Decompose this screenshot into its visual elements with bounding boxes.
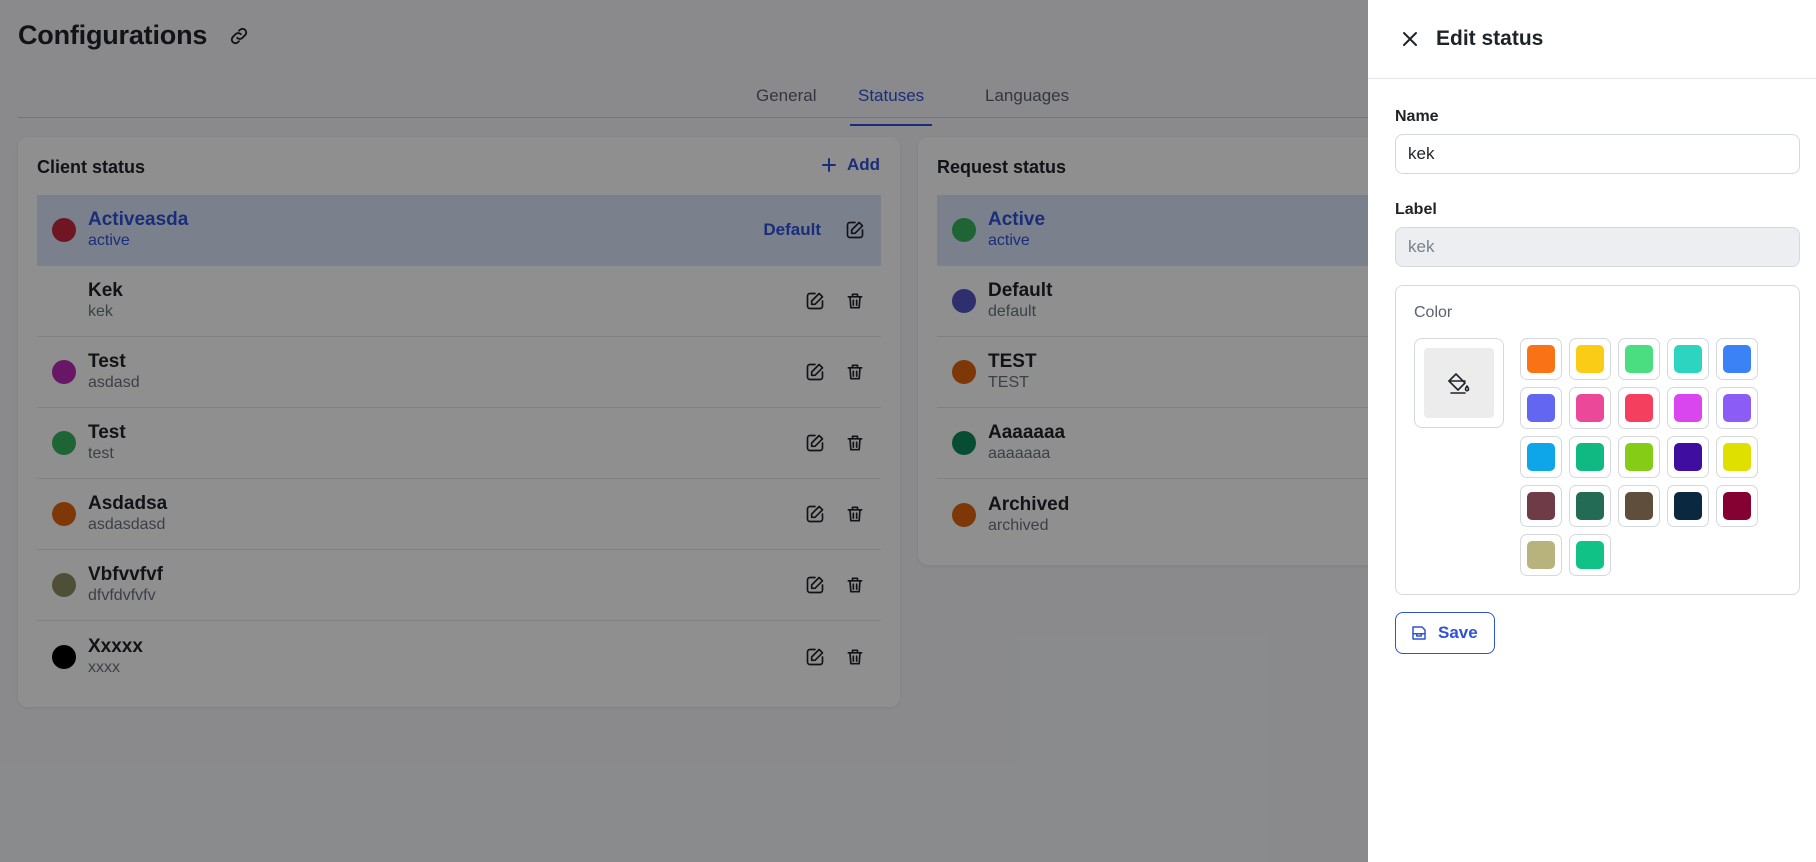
modal-backdrop[interactable] bbox=[0, 0, 1368, 862]
paint-bucket-icon bbox=[1424, 348, 1494, 418]
color-swatch[interactable] bbox=[1667, 485, 1709, 527]
edit-status-form: Name Label Color Save bbox=[1395, 108, 1800, 654]
custom-color-picker[interactable] bbox=[1414, 338, 1504, 428]
color-swatch[interactable] bbox=[1520, 338, 1562, 380]
color-swatch[interactable] bbox=[1667, 338, 1709, 380]
color-swatch[interactable] bbox=[1520, 534, 1562, 576]
drawer-title: Edit status bbox=[1436, 27, 1544, 50]
swatch-fill bbox=[1625, 492, 1653, 520]
swatch-fill bbox=[1527, 443, 1555, 471]
label-input bbox=[1395, 227, 1800, 267]
color-swatch[interactable] bbox=[1569, 387, 1611, 429]
swatch-fill bbox=[1576, 443, 1604, 471]
color-swatch[interactable] bbox=[1667, 436, 1709, 478]
color-swatch[interactable] bbox=[1569, 534, 1611, 576]
swatch-fill bbox=[1576, 492, 1604, 520]
color-swatch[interactable] bbox=[1520, 436, 1562, 478]
swatch-fill bbox=[1625, 443, 1653, 471]
color-swatch[interactable] bbox=[1667, 387, 1709, 429]
label-field-label: Label bbox=[1395, 201, 1437, 218]
swatch-fill bbox=[1576, 541, 1604, 569]
name-field-label: Name bbox=[1395, 108, 1439, 125]
edit-status-drawer: Edit status Name Label Color Save bbox=[1368, 0, 1816, 862]
swatch-fill bbox=[1674, 394, 1702, 422]
color-swatch[interactable] bbox=[1716, 338, 1758, 380]
swatch-fill bbox=[1723, 492, 1751, 520]
color-label: Color bbox=[1414, 304, 1453, 321]
color-swatch[interactable] bbox=[1716, 485, 1758, 527]
swatch-fill bbox=[1723, 345, 1751, 373]
swatch-fill bbox=[1527, 492, 1555, 520]
color-swatch[interactable] bbox=[1569, 485, 1611, 527]
swatch-fill bbox=[1625, 394, 1653, 422]
swatch-fill bbox=[1576, 394, 1604, 422]
swatch-fill bbox=[1527, 541, 1555, 569]
color-swatches bbox=[1520, 338, 1758, 576]
swatch-fill bbox=[1527, 345, 1555, 373]
color-swatch[interactable] bbox=[1520, 485, 1562, 527]
name-input[interactable] bbox=[1395, 134, 1800, 174]
save-label: Save bbox=[1438, 623, 1478, 642]
save-button[interactable]: Save bbox=[1395, 612, 1495, 654]
color-swatch[interactable] bbox=[1569, 436, 1611, 478]
color-swatch[interactable] bbox=[1618, 436, 1660, 478]
save-icon bbox=[1412, 626, 1426, 640]
color-swatch[interactable] bbox=[1618, 485, 1660, 527]
swatch-fill bbox=[1576, 345, 1604, 373]
drawer-header: Edit status bbox=[1368, 0, 1816, 79]
color-swatch[interactable] bbox=[1716, 387, 1758, 429]
swatch-fill bbox=[1674, 492, 1702, 520]
swatch-fill bbox=[1723, 394, 1751, 422]
color-swatch[interactable] bbox=[1520, 387, 1562, 429]
swatch-fill bbox=[1625, 345, 1653, 373]
swatch-fill bbox=[1723, 443, 1751, 471]
close-icon[interactable] bbox=[1398, 27, 1422, 51]
swatch-fill bbox=[1674, 443, 1702, 471]
color-swatch[interactable] bbox=[1716, 436, 1758, 478]
color-swatch[interactable] bbox=[1618, 387, 1660, 429]
swatch-fill bbox=[1527, 394, 1555, 422]
swatch-fill bbox=[1674, 345, 1702, 373]
color-swatch[interactable] bbox=[1618, 338, 1660, 380]
color-swatch[interactable] bbox=[1569, 338, 1611, 380]
color-selector: Color bbox=[1395, 285, 1800, 595]
